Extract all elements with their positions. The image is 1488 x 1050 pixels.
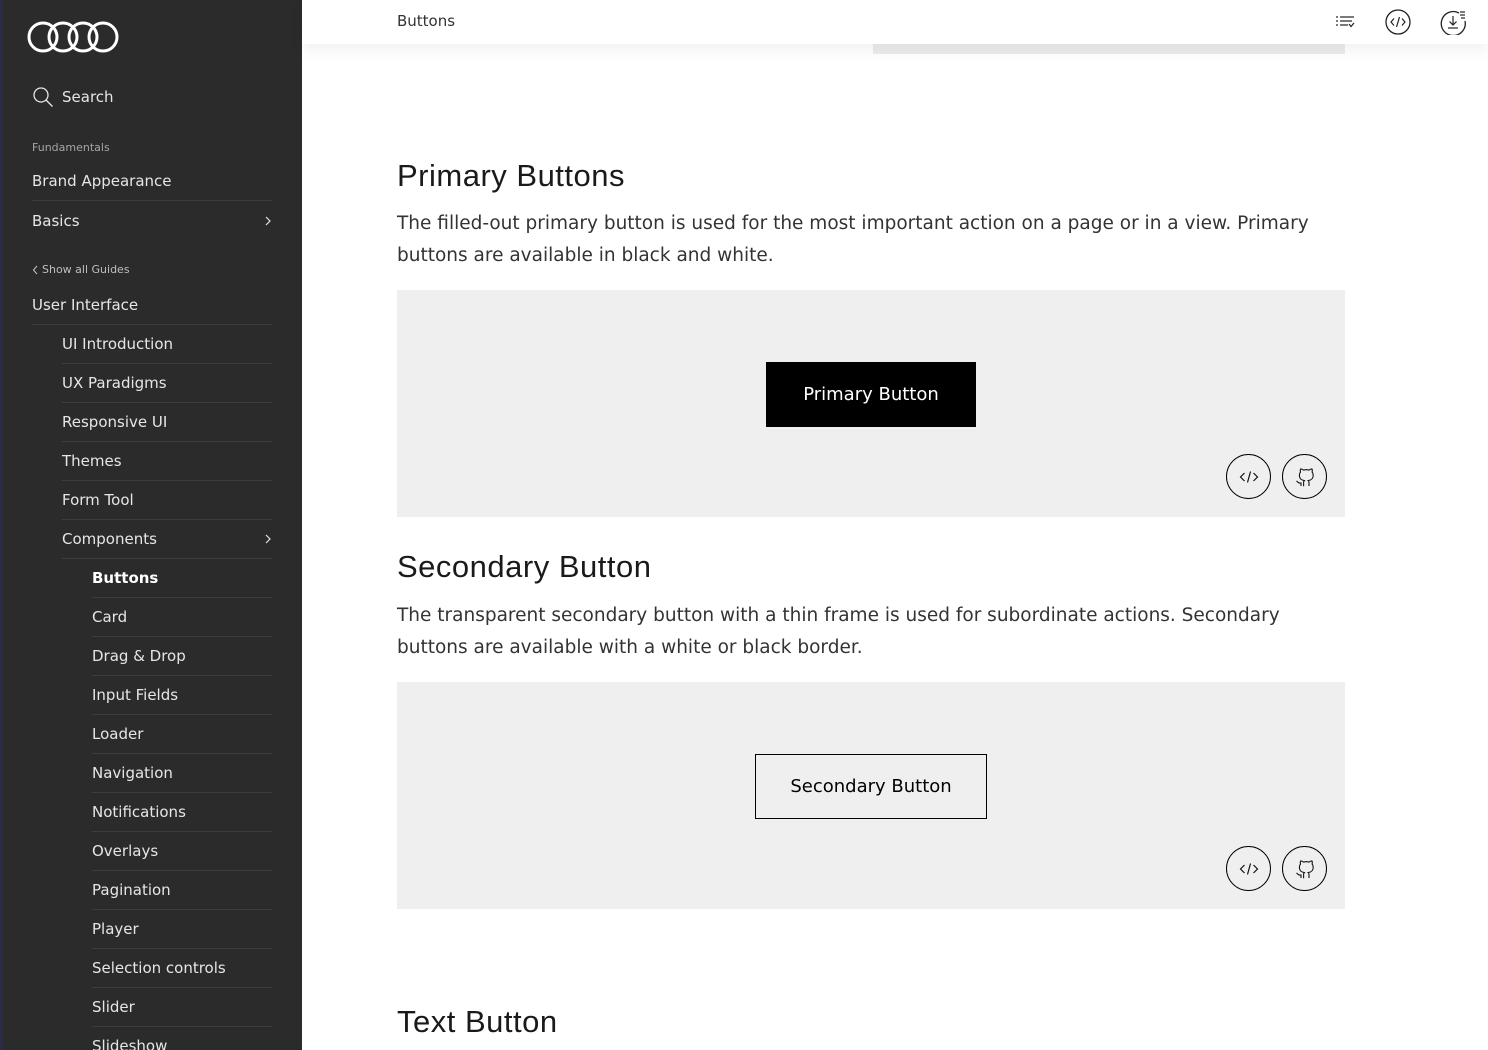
- sidebar-item-player[interactable]: Player: [92, 910, 272, 949]
- sidebar-item-label: Slideshow: [92, 1037, 168, 1050]
- search-icon: [33, 87, 53, 107]
- sidebar-item-label: User Interface: [32, 296, 139, 314]
- sidebar-item-label: Buttons: [92, 569, 159, 587]
- section-label-fundamentals: Fundamentals: [32, 141, 110, 154]
- github-button[interactable]: [1282, 454, 1327, 499]
- sidebar-item-selection-controls[interactable]: Selection controls: [92, 949, 272, 988]
- main-content: Primary Buttons The filled-out primary b…: [302, 0, 1488, 1050]
- sidebar-item-form-tool[interactable]: Form Tool: [62, 481, 272, 520]
- search-button[interactable]: Search: [32, 86, 114, 108]
- section-title-text-button: Text Button: [397, 1004, 558, 1039]
- github-icon: [1295, 859, 1314, 878]
- sidebar-item-label: Selection controls: [92, 959, 226, 977]
- sidebar-item-themes[interactable]: Themes: [62, 442, 272, 481]
- code-icon[interactable]: [1385, 9, 1411, 35]
- view-code-button[interactable]: [1226, 454, 1271, 499]
- sidebar-item-label: Slider: [92, 998, 135, 1016]
- sidebar-item-label: Pagination: [92, 881, 171, 899]
- sidebar-item-label: Components: [62, 530, 157, 548]
- sidebar-item-label: UI Introduction: [62, 335, 174, 353]
- chevron-right-icon: [265, 216, 271, 225]
- sidebar-item-label: Overlays: [92, 842, 159, 860]
- sidebar-item-label: Player: [92, 920, 139, 938]
- chevron-right-icon: [265, 534, 271, 544]
- page-title: Buttons: [397, 12, 456, 30]
- top-bar: Buttons: [302, 0, 1488, 44]
- sidebar-item-card[interactable]: Card: [92, 598, 272, 637]
- primary-button[interactable]: Primary Button: [766, 362, 976, 427]
- sidebar-item-ux-paradigms[interactable]: UX Paradigms: [62, 364, 272, 403]
- sidebar-item-label: Form Tool: [62, 491, 134, 509]
- section-description-primary: The filled-out primary button is used fo…: [397, 213, 1309, 266]
- sidebar-item-label: Themes: [62, 452, 122, 470]
- sidebar-item-basics[interactable]: Basics: [32, 201, 272, 240]
- sidebar-item-label: Responsive UI: [62, 413, 168, 431]
- github-icon: [1295, 467, 1314, 486]
- sidebar-item-loader[interactable]: Loader: [92, 715, 272, 754]
- github-button[interactable]: [1282, 846, 1327, 891]
- download-icon[interactable]: [1440, 9, 1466, 35]
- sidebar-item-label: Drag & Drop: [92, 647, 186, 665]
- previous-demo-edge: [873, 44, 1345, 54]
- sidebar-item-navigation[interactable]: Navigation: [92, 754, 272, 793]
- brand-logo[interactable]: [27, 20, 119, 54]
- sidebar-item-label: UX Paradigms: [62, 374, 167, 392]
- sidebar-item-responsive-ui[interactable]: Responsive UI: [62, 403, 272, 442]
- view-code-button[interactable]: [1226, 846, 1271, 891]
- search-label: Search: [62, 88, 114, 106]
- primary-button-demo: Primary Button: [397, 290, 1345, 517]
- sidebar-item-user-interface[interactable]: User Interface: [32, 286, 272, 325]
- sidebar-item-overlays[interactable]: Overlays: [92, 832, 272, 871]
- sidebar-item-label: Input Fields: [92, 686, 179, 704]
- sidebar-item-brand-appearance[interactable]: Brand Appearance: [32, 162, 272, 201]
- sidebar-item-notifications[interactable]: Notifications: [92, 793, 272, 832]
- section-title-primary: Primary Buttons: [397, 158, 626, 193]
- chevron-left-icon: [32, 265, 38, 274]
- code-icon: [1239, 862, 1258, 875]
- sidebar-item-drag-drop[interactable]: Drag & Drop: [92, 637, 272, 676]
- secondary-button[interactable]: Secondary Button: [755, 754, 987, 819]
- sidebar-item-label: Notifications: [92, 803, 186, 821]
- sidebar-item-buttons[interactable]: Buttons: [92, 559, 272, 598]
- sidebar-item-input-fields[interactable]: Input Fields: [92, 676, 272, 715]
- sidebar: Search Fundamentals Brand Appearance Bas…: [0, 0, 302, 1050]
- sidebar-item-slider[interactable]: Slider: [92, 988, 272, 1027]
- section-description-secondary: The transparent secondary button with a …: [397, 605, 1280, 658]
- sidebar-edge: [0, 0, 3, 1050]
- list-icon[interactable]: [1332, 9, 1358, 35]
- sidebar-item-slideshow[interactable]: Slideshow: [92, 1027, 272, 1050]
- show-all-guides-label: Show all Guides: [42, 263, 130, 276]
- secondary-button-demo: Secondary Button: [397, 682, 1345, 909]
- sidebar-item-pagination[interactable]: Pagination: [92, 871, 272, 910]
- sidebar-item-components[interactable]: Components: [62, 520, 272, 559]
- sidebar-item-label: Loader: [92, 725, 144, 743]
- code-icon: [1239, 470, 1258, 483]
- sidebar-item-label: Brand Appearance: [32, 172, 172, 190]
- sidebar-item-label: Card: [92, 608, 128, 626]
- show-all-guides-link[interactable]: Show all Guides: [32, 263, 130, 276]
- sidebar-item-ui-introduction[interactable]: UI Introduction: [62, 325, 272, 364]
- sidebar-item-label: Navigation: [92, 764, 173, 782]
- sidebar-item-label: Basics: [32, 211, 80, 230]
- section-title-secondary: Secondary Button: [397, 549, 652, 584]
